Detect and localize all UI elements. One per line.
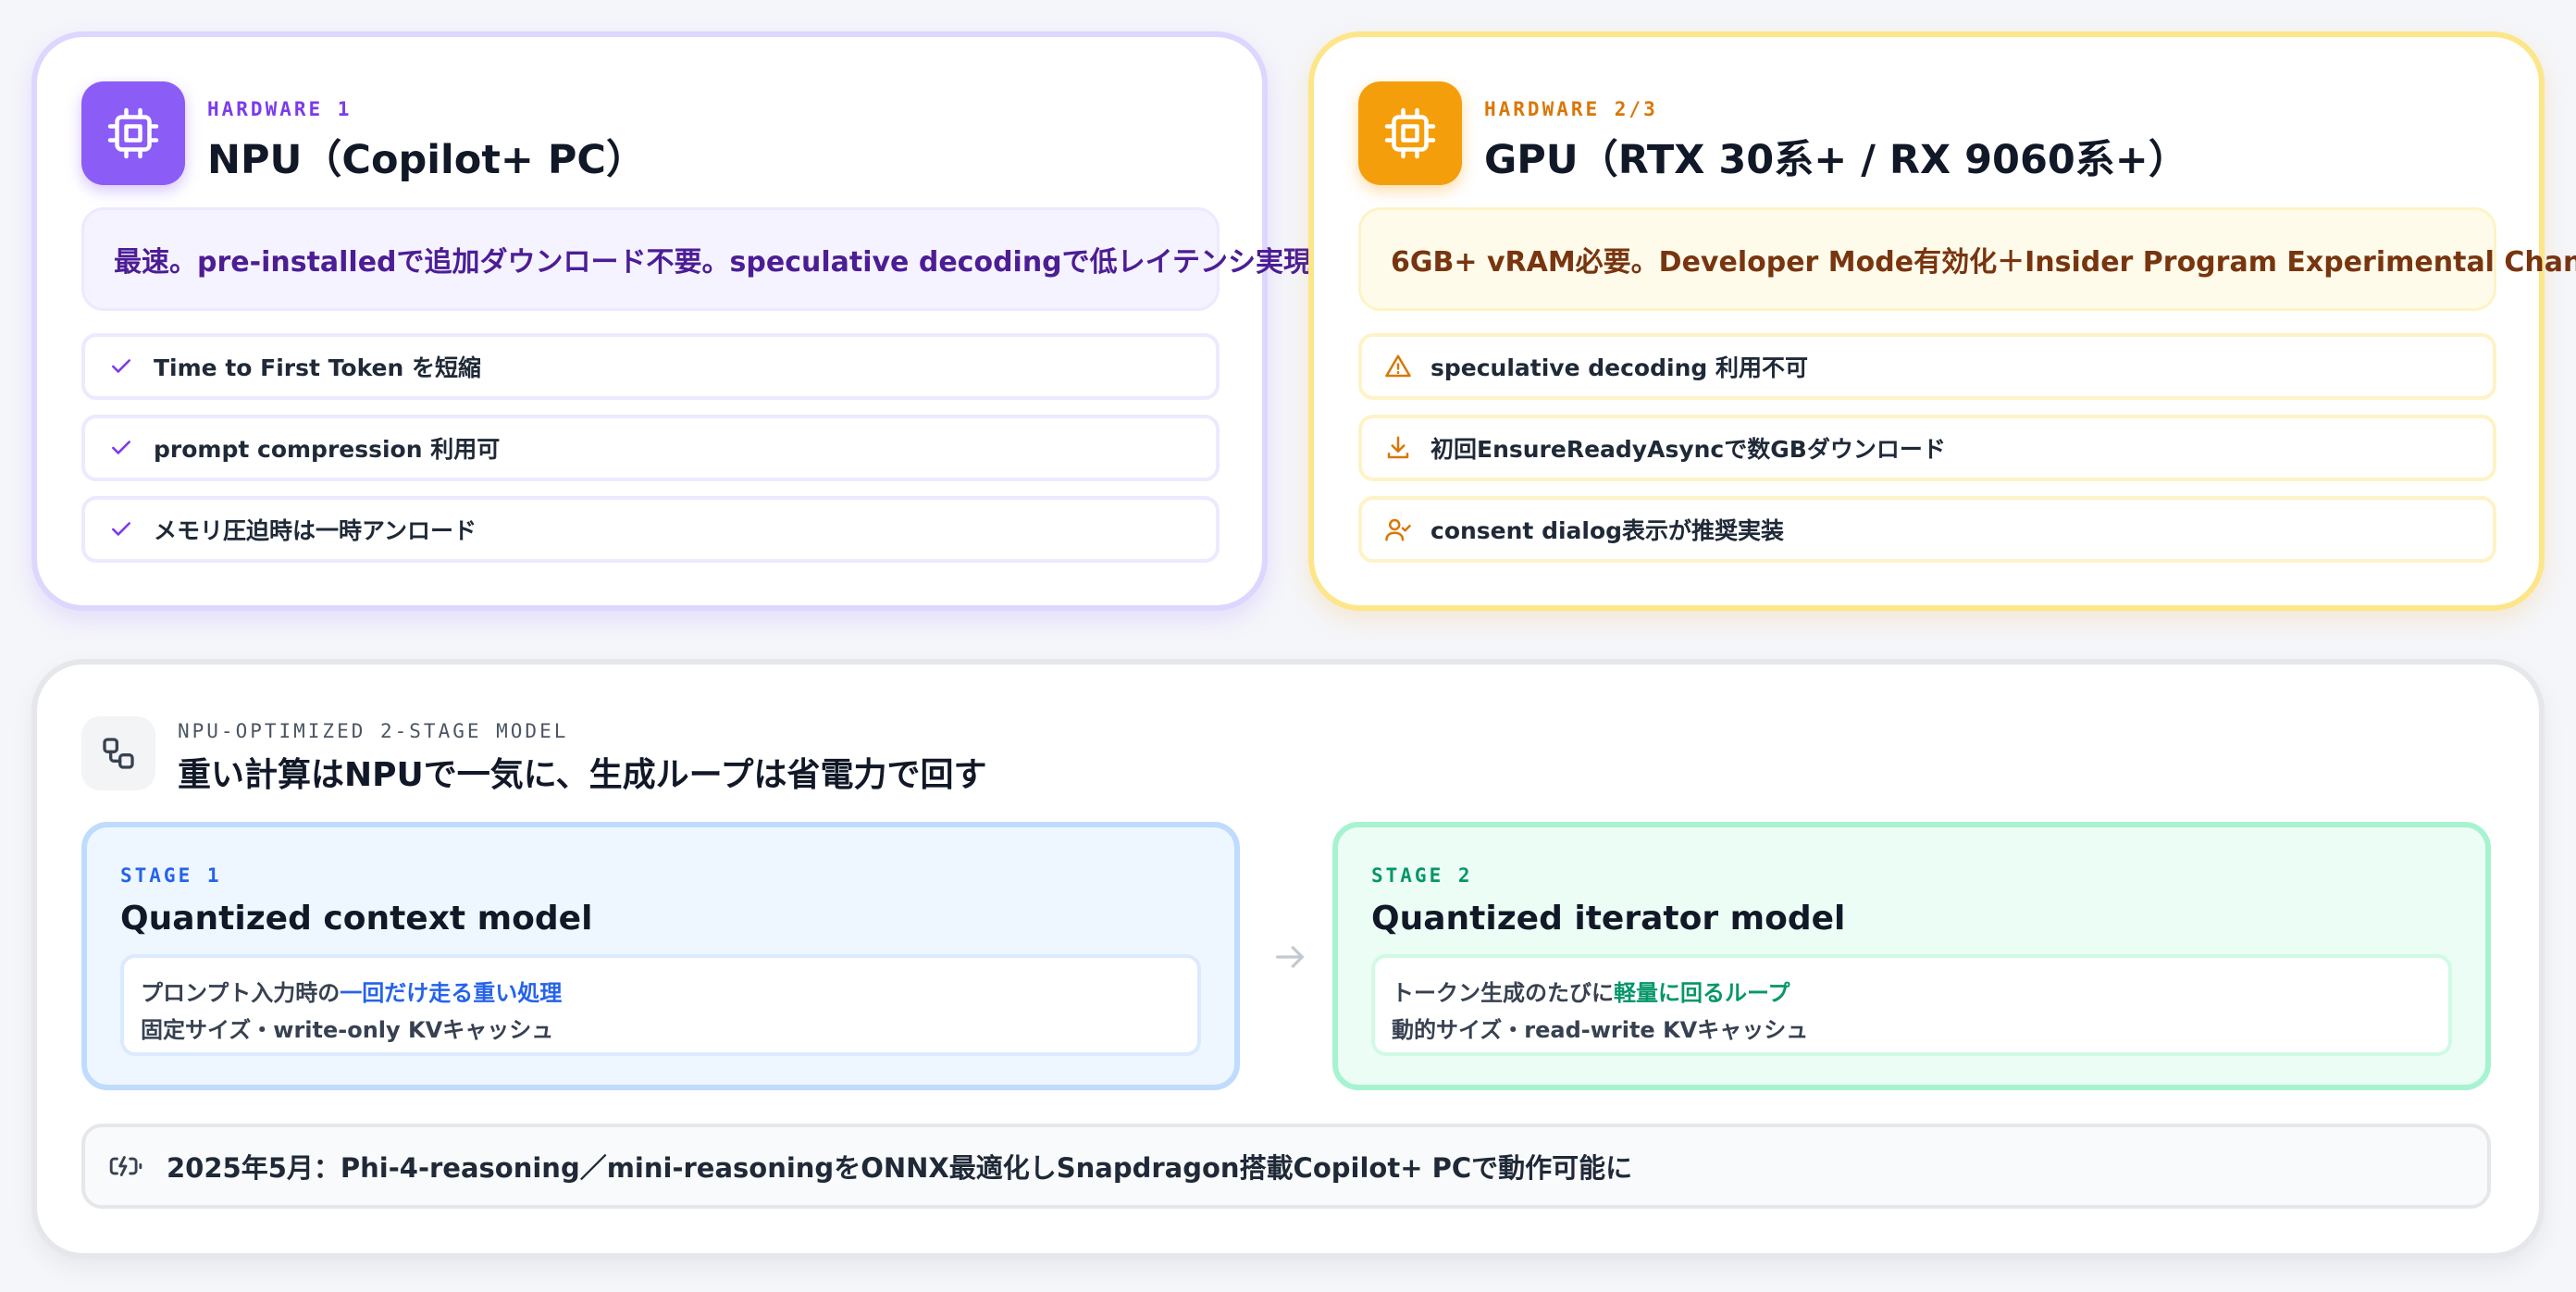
stage-description: プロンプト入力時の一回だけ走る重い処理 固定サイズ・write-only KVキ… bbox=[120, 954, 1201, 1056]
gpu-feature-item: 初回EnsureReadyAsyncで数GBダウンロード bbox=[1358, 415, 2496, 481]
stage-description-line: トークン生成のたびに軽量に回るループ bbox=[1392, 975, 2432, 1012]
gpu-title: GPU（RTX 30系+ / RX 9060系+） bbox=[1484, 137, 2188, 183]
gpu-feature-label: speculative decoding 利用不可 bbox=[1430, 354, 1808, 381]
gpu-feature-item: speculative decoding 利用不可 bbox=[1358, 333, 2496, 400]
stage-line-prefix: プロンプト入力時の bbox=[141, 980, 341, 1006]
npu-hardware-card: HARDWARE 1 NPU（Copilot+ PC） 最速。pre-insta… bbox=[31, 31, 1311, 611]
npu-feature-label: Time to First Token を短縮 bbox=[154, 354, 481, 381]
stage-description: トークン生成のたびに軽量に回るループ 動的サイズ・read-write KVキャ… bbox=[1371, 954, 2452, 1056]
stage-description-line: 動的サイズ・read-write KVキャッシュ bbox=[1392, 1017, 1809, 1043]
stage-line-highlight: 軽量に回るループ bbox=[1614, 980, 1790, 1006]
gpu-eyebrow: HARDWARE 2/3 bbox=[1484, 98, 1658, 120]
stage-line-prefix: トークン生成のたびに bbox=[1392, 980, 1614, 1006]
battery-charging-icon bbox=[107, 1148, 144, 1185]
model-footer-note: 2025年5月：Phi-4-reasoning／mini-reasoningをO… bbox=[81, 1124, 2491, 1209]
stage-card: STAGE 1 Quantized context model プロンプト入力時… bbox=[81, 822, 1240, 1090]
warning-icon bbox=[1382, 351, 1414, 382]
npu-summary: 最速。pre-installedで追加ダウンロード不要。speculative … bbox=[81, 207, 1311, 311]
chip-icon bbox=[1358, 81, 1462, 185]
stage-eyebrow: STAGE 2 bbox=[1371, 864, 1473, 887]
gpu-feature-label: consent dialog表示が推奨実装 bbox=[1430, 517, 1785, 544]
npu-feature-item: Time to First Token を短縮 bbox=[81, 333, 1220, 400]
stage-eyebrow: STAGE 1 bbox=[120, 864, 222, 887]
chip-icon bbox=[81, 81, 185, 185]
gpu-feature-item: consent dialog表示が推奨実装 bbox=[1358, 496, 2496, 563]
npu-feature-label: prompt compression 利用可 bbox=[154, 436, 501, 463]
gpu-hardware-card: HARDWARE 2/3 GPU（RTX 30系+ / RX 9060系+） 6… bbox=[1308, 31, 2576, 611]
user-check-icon bbox=[1382, 514, 1414, 545]
stage-card: STAGE 2 Quantized iterator model トークン生成の… bbox=[1332, 822, 2491, 1090]
stage-title: Quantized context model bbox=[120, 900, 593, 938]
gpu-feature-label: 初回EnsureReadyAsyncで数GBダウンロード bbox=[1430, 436, 1946, 463]
stage-description-line: プロンプト入力時の一回だけ走る重い処理 bbox=[141, 975, 1181, 1012]
npu-feature-item: prompt compression 利用可 bbox=[81, 415, 1220, 481]
model-title: 重い計算はNPUで一気に、生成ループは省電力で回す bbox=[178, 756, 987, 794]
footer-note-text: 2025年5月：Phi-4-reasoning／mini-reasoningをO… bbox=[167, 1152, 1633, 1184]
npu-feature-label: メモリ圧迫時は一時アンロード bbox=[154, 517, 477, 544]
stage-description-line: 固定サイズ・write-only KVキャッシュ bbox=[141, 1017, 554, 1043]
model-overview-card: NPU-OPTIMIZED 2-STAGE MODEL 重い計算はNPUで一気に… bbox=[31, 659, 2545, 1259]
check-icon bbox=[105, 432, 137, 464]
check-icon bbox=[105, 514, 137, 545]
check-icon bbox=[105, 351, 137, 382]
download-icon bbox=[1382, 432, 1414, 464]
gpu-summary: 6GB+ vRAM必要。Developer Mode有効化＋Insider Pr… bbox=[1358, 207, 2576, 311]
npu-feature-item: メモリ圧迫時は一時アンロード bbox=[81, 496, 1220, 563]
model-eyebrow: NPU-OPTIMIZED 2-STAGE MODEL bbox=[178, 720, 569, 742]
npu-eyebrow: HARDWARE 1 bbox=[207, 98, 353, 120]
stage-title: Quantized iterator model bbox=[1371, 900, 1846, 938]
arrow-right-icon bbox=[1276, 946, 1304, 968]
npu-title: NPU（Copilot+ PC） bbox=[207, 137, 646, 183]
workflow-icon bbox=[81, 716, 155, 790]
stage-line-highlight: 一回だけ走る重い処理 bbox=[340, 980, 563, 1006]
